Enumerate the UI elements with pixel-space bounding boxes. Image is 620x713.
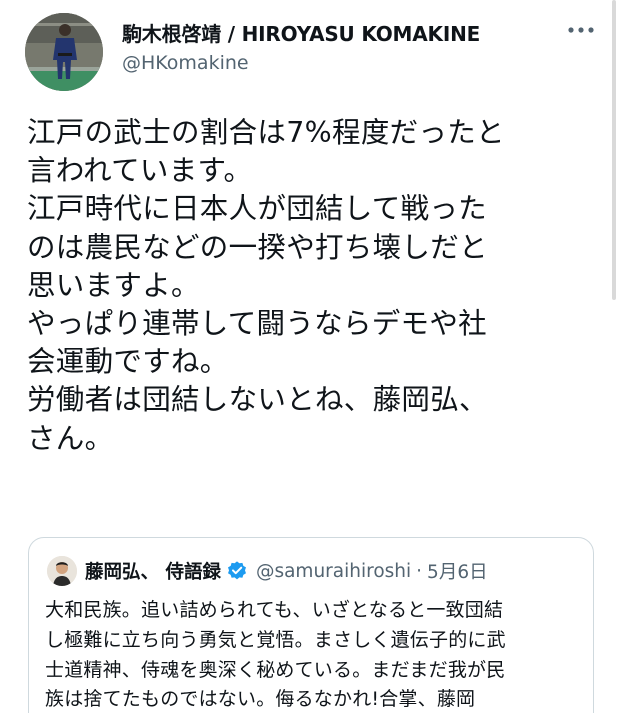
quoted-tweet-text: 大和民族。追い詰められても、いざとなると一致団結 し極難に立ち向う勇気と覚悟。ま…: [45, 596, 585, 713]
tweet-text-line: 言われています。: [27, 154, 253, 188]
quoted-author-avatar[interactable]: [47, 556, 77, 586]
quoted-separator: ·: [416, 560, 423, 582]
quoted-author-name[interactable]: 藤岡弘、 侍語録: [85, 558, 221, 584]
quoted-text-line: 大和民族。追い詰められても、いざとなると一致団結: [45, 599, 504, 621]
tweet-text-line: 江戸時代に日本人が団結して戦った: [27, 192, 487, 226]
tweet-text: 江戸の武士の割合は7%程度だったと 言われています。 江戸時代に日本人が団結して…: [27, 114, 597, 458]
quoted-author-handle[interactable]: @samuraihiroshi: [256, 561, 411, 582]
author-avatar[interactable]: [25, 13, 103, 91]
tweet-text-line: 労働者は団結しないとね、藤岡弘、: [27, 383, 488, 417]
tweet-text-line: やっぱり連帯して闘うならデモや社: [27, 307, 487, 341]
quoted-tweet-date[interactable]: 5月6日: [427, 558, 488, 584]
author-handle[interactable]: @HKomakine: [122, 52, 249, 74]
quoted-text-line: 士道精神、侍魂を奥深く秘めている。まだまだ我が民: [45, 658, 506, 681]
quoted-text-line: し極難に立ち向う勇気と覚悟。まさしく遺伝子的に武: [45, 628, 506, 651]
quoted-text-line: 族は捨てたものではない。侮るなかれ!合掌、藤岡: [45, 688, 476, 711]
tweet-text-line: 江戸の武士の割合は7%程度だったと: [27, 116, 505, 149]
quoted-tweet[interactable]: 藤岡弘、 侍語録 @samuraihiroshi · 5月6日 大和民族。追い詰…: [28, 537, 594, 713]
portrait-avatar-icon: [47, 556, 77, 586]
tweet-text-line: のは農民などの一揆や打ち壊しだと: [27, 230, 488, 264]
verified-badge-icon: [227, 561, 246, 580]
tweet-text-line: 会運動ですね。: [27, 345, 229, 379]
author-display-name[interactable]: 駒木根啓靖 / HIROYASU KOMAKINE: [122, 18, 480, 47]
tweet-text-line: 思いますよ。: [27, 268, 200, 302]
more-horizontal-icon[interactable]: [566, 22, 596, 38]
tweet-card: 駒木根啓靖 / HIROYASU KOMAKINE @HKomakine 江戸の…: [0, 0, 620, 713]
judo-athlete-photo-avatar: [25, 13, 103, 91]
quoted-tweet-header: 藤岡弘、 侍語録 @samuraihiroshi · 5月6日: [85, 557, 488, 585]
scrollbar[interactable]: [612, 0, 616, 300]
tweet-text-line: さん。: [27, 421, 114, 455]
